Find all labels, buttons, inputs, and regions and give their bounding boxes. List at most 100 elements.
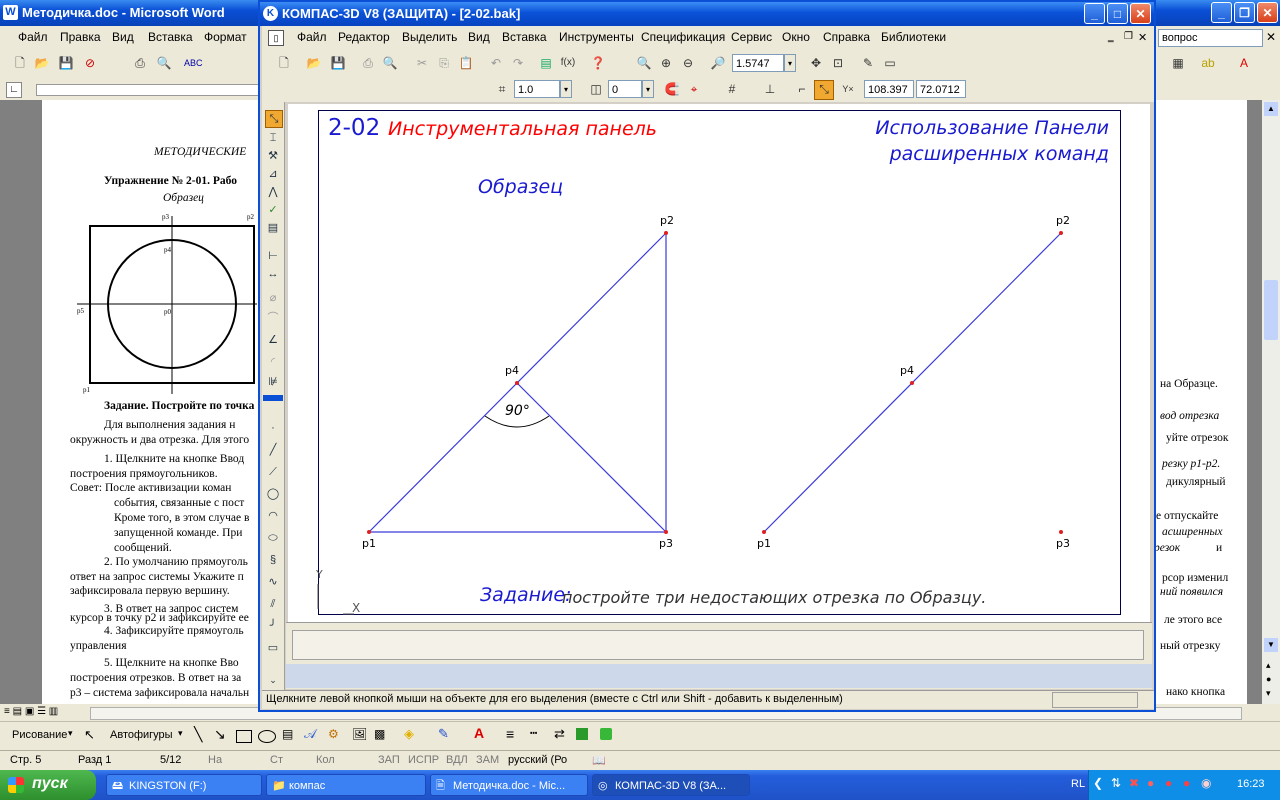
doc-minimize-icon[interactable]: ‗ (1108, 32, 1114, 43)
font-color-draw-icon[interactable]: A (474, 725, 484, 741)
dim-diameter-icon[interactable]: ⌀ (265, 290, 281, 306)
print-icon-k[interactable]: ⎙ (360, 55, 376, 71)
zoom-in-icon[interactable]: ⊕ (658, 55, 674, 71)
new-file-icon[interactable]: 🗋 (276, 55, 292, 71)
kompas-doc-icon[interactable]: ▯ (268, 30, 284, 46)
kompas-menu-tools[interactable]: Инструменты (559, 30, 634, 44)
kompas-close-button[interactable]: ✕ (1130, 3, 1151, 24)
picture-tool-icon[interactable]: ▩ (374, 727, 385, 741)
highlight-icon[interactable]: ab (1200, 55, 1216, 71)
kompas-menu-window[interactable]: Окно (782, 30, 810, 44)
dim-horizontal-icon[interactable]: ↔ (265, 266, 281, 282)
fill-color-icon[interactable]: ◈ (404, 726, 414, 742)
tray-arrow-icon[interactable]: ❮ (1093, 776, 1103, 790)
word-menu-format[interactable]: Формат (204, 30, 247, 44)
shadow-icon[interactable] (576, 728, 588, 740)
parametric-tool-icon[interactable]: ⋀ (265, 184, 281, 200)
save-icon[interactable]: 💾 (58, 55, 74, 71)
snap-magnet-icon[interactable]: 🧲 (664, 81, 680, 97)
step-input[interactable]: 1.0 (514, 80, 560, 98)
wordart-tool-icon[interactable]: 𝒜 (304, 726, 316, 742)
open-file-icon[interactable]: 📂 (306, 55, 322, 71)
new-document-icon[interactable]: 🗋 (12, 55, 28, 71)
tray-app-icon-1[interactable]: ● (1147, 776, 1154, 790)
copy-icon[interactable]: ⎘ (436, 55, 452, 71)
dim-linear-icon[interactable]: ⊢ (265, 248, 281, 264)
layer-dropdown-icon[interactable]: ▾ (642, 80, 654, 98)
permission-icon[interactable]: ⊘ (82, 55, 98, 71)
browse-object-icon[interactable]: ● (1266, 674, 1271, 684)
doc-restore-icon[interactable]: ❐ (1124, 31, 1133, 42)
edit-tool-icon[interactable]: ⊿ (265, 166, 281, 182)
snap-local-icon[interactable]: ⌖ (686, 81, 702, 97)
status-rec[interactable]: ЗАП (378, 754, 400, 766)
taskbar-kompas-app[interactable]: ◎ КОМПАС-3D V8 (ЗА... (592, 774, 750, 796)
hatch-tool-icon[interactable]: ⫽ (265, 596, 281, 612)
tray-app-icon-4[interactable]: ◉ (1201, 776, 1211, 790)
properties-icon[interactable]: ▭ (882, 55, 898, 71)
point-p4-right[interactable] (910, 381, 914, 385)
dimensions-tool-icon[interactable]: ⌶ (265, 130, 281, 146)
tab-selector-icon[interactable]: ∟ (6, 82, 22, 98)
select-pointer-icon[interactable]: ↖ (84, 727, 95, 743)
circle-tool-icon[interactable]: ◯ (265, 486, 281, 502)
print-icon[interactable]: ⎙ (132, 55, 148, 71)
preview-icon[interactable]: 🔍 (156, 55, 172, 71)
spec-tool-icon[interactable]: ▤ (265, 220, 281, 236)
redo-icon[interactable]: ↷ (510, 55, 526, 71)
zoom-out-icon[interactable]: ⊖ (680, 55, 696, 71)
continuous-input-icon[interactable]: § (265, 552, 281, 568)
kompas-menu-specification[interactable]: Спецификация (641, 30, 725, 44)
taskbar-kompas-folder[interactable]: 📁 компас (266, 774, 426, 796)
point-p1-right[interactable] (762, 530, 766, 534)
textbox-tool-icon[interactable]: ▤ (282, 727, 293, 741)
fillet-tool-icon[interactable]: ╯ (265, 618, 281, 634)
point-p3-right[interactable] (1059, 530, 1063, 534)
view-buttons[interactable]: ≡ ▤ ▣ ☰ ▥ (4, 706, 58, 717)
tray-network-icon[interactable]: ⇅ (1111, 776, 1121, 790)
kompas-menu-insert[interactable]: Вставка (502, 30, 547, 44)
coord-y-field[interactable]: 72.0712 (916, 80, 966, 98)
zoom-dropdown-icon[interactable]: ▾ (784, 54, 796, 72)
table-grid-icon[interactable]: ▦ (1170, 55, 1186, 71)
word-doc-close-icon[interactable]: ✕ (1266, 30, 1276, 44)
dim-radius-icon[interactable]: ⌒ (265, 310, 281, 326)
line-color-icon[interactable]: ✎ (438, 726, 449, 742)
point-p4-left[interactable] (515, 381, 519, 385)
point-p1-left[interactable] (367, 530, 371, 534)
line-style-icon[interactable]: ≡ (506, 726, 514, 742)
next-page-icon[interactable]: ▾ (1266, 688, 1271, 699)
3d-icon[interactable] (600, 728, 612, 740)
clipart-tool-icon[interactable]: 🖼 (352, 727, 367, 741)
status-trk[interactable]: ИСПР (408, 754, 439, 766)
kompas-menu-libraries[interactable]: Библиотеки (881, 30, 946, 44)
help-pointer-icon[interactable]: ❓ (590, 55, 606, 71)
segment-tool-icon[interactable]: ⟋ (265, 464, 281, 480)
point-tool-icon[interactable]: · (265, 420, 281, 436)
dim-break-icon[interactable]: ⊯ (265, 374, 281, 390)
measure-tool-icon[interactable]: ✓ (265, 202, 281, 218)
property-input-area[interactable] (292, 630, 1144, 660)
spline-tool-icon[interactable]: ∿ (265, 574, 281, 590)
spelling-icon[interactable]: ABC (184, 55, 203, 71)
rectangle-tool-k-icon[interactable]: ▭ (265, 640, 281, 656)
aux-line-icon[interactable]: ╱ (265, 442, 281, 458)
select-tool-icon[interactable]: ⤡ (265, 110, 283, 128)
autoshapes-menu[interactable]: Автофигуры (110, 729, 173, 741)
save-file-icon[interactable]: 💾 (330, 55, 346, 71)
oval-tool-icon[interactable] (258, 730, 276, 743)
preview-icon-k[interactable]: 🔍 (382, 55, 398, 71)
kompas-minimize-button[interactable]: _ (1084, 3, 1105, 24)
zoom-scale-icon[interactable]: 🔎 (710, 55, 726, 71)
doc-close-icon[interactable]: ✕ (1138, 31, 1147, 44)
ellipse-tool-icon[interactable]: ⬭ (265, 530, 281, 546)
scroll-thumb[interactable] (1264, 280, 1278, 340)
word-question-input[interactable]: вопрос (1158, 29, 1263, 47)
arc-tool-icon[interactable]: ◠ (265, 508, 281, 524)
dash-style-icon[interactable]: ┅ (530, 726, 537, 740)
kompas-maximize-button[interactable]: □ (1107, 3, 1128, 24)
diagram-tool-icon[interactable]: ⚙ (328, 727, 339, 741)
arrow-tool-icon[interactable]: ↘ (214, 726, 226, 743)
ortho-icon[interactable]: ⌐ (794, 81, 810, 97)
kompas-menu-view[interactable]: Вид (468, 30, 490, 44)
